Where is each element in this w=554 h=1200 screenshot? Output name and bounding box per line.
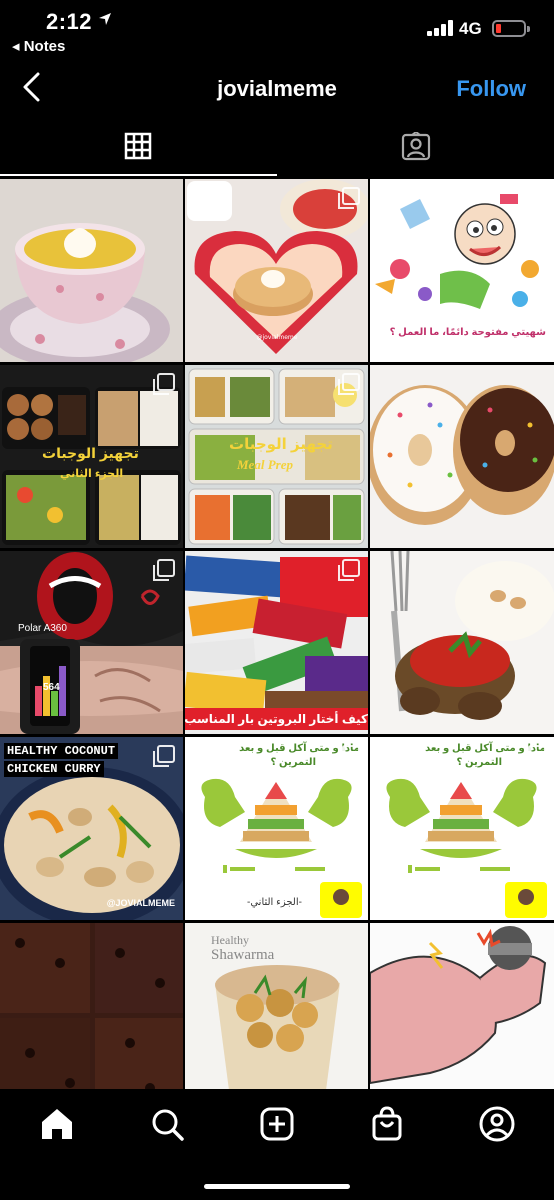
post-tile-kofta-rice[interactable] bbox=[370, 551, 554, 734]
status-bar: 2:12 ◂ Notes 4G bbox=[0, 0, 554, 62]
post-tile-pyramid-1[interactable]: ماذا و متى آكل قبل و بعد التمرين ؟ bbox=[370, 737, 554, 920]
multi-photo-icon bbox=[338, 187, 360, 209]
tab-grid[interactable] bbox=[0, 118, 277, 176]
multi-photo-icon bbox=[338, 373, 360, 395]
post-caption: Healthy bbox=[211, 933, 249, 947]
post-tile-shawarma[interactable]: Healthy Shawarma bbox=[185, 923, 368, 1106]
multi-photo-icon bbox=[338, 559, 360, 581]
post-caption-part: -الجزء الثاني- bbox=[247, 897, 302, 908]
donuts-image bbox=[370, 365, 554, 548]
post-tile-cartoon-cravings[interactable]: شهيتي مفتوحة دائمًا، ما العمل ؟ bbox=[370, 179, 554, 362]
post-tile-donuts[interactable] bbox=[370, 365, 554, 548]
svg-text:@jovialmeme: @jovialmeme bbox=[257, 334, 298, 341]
multi-photo-icon bbox=[153, 373, 175, 395]
shopping-bag-icon[interactable] bbox=[368, 1105, 406, 1143]
post-caption: تجهيز الوجبات bbox=[229, 436, 333, 453]
post-caption: تجهيز الوجبات bbox=[42, 445, 139, 461]
post-caption: HEALTHY COCONUT bbox=[4, 743, 119, 759]
search-icon[interactable] bbox=[148, 1105, 186, 1143]
post-tile-custard-cup[interactable] bbox=[0, 179, 183, 362]
tagged-person-icon bbox=[401, 132, 431, 161]
status-time: 2:12 bbox=[46, 9, 93, 34]
signal-icon bbox=[427, 20, 453, 36]
plus-square-icon[interactable] bbox=[258, 1105, 296, 1143]
post-caption: Polar A360 bbox=[18, 623, 67, 634]
follow-button[interactable]: Follow bbox=[456, 76, 526, 102]
post-caption-secondary: Shawarma bbox=[211, 947, 275, 963]
grid-icon bbox=[124, 132, 152, 160]
post-tile-meal-prep[interactable]: تجهيز الوجبات Meal Prep bbox=[185, 365, 368, 548]
post-tile-brownies[interactable] bbox=[0, 923, 183, 1106]
custard-cup-image bbox=[0, 179, 183, 362]
post-tile-pyramid-2[interactable]: ماذا و متى آكل قبل و بعد التمرين ؟ -الجز… bbox=[185, 737, 368, 920]
post-caption-secondary: التمرين ؟ bbox=[456, 757, 502, 768]
post-caption-secondary: 564 bbox=[43, 682, 60, 693]
post-tile-coconut-curry[interactable]: HEALTHY COCONUT CHICKEN CURRY @JOVIALMEM… bbox=[0, 737, 183, 920]
post-tile-protein-bars[interactable]: كيف أختار البروتين بار المناسب bbox=[185, 551, 368, 734]
post-caption: كيف أختار البروتين بار المناسب bbox=[185, 708, 368, 730]
multi-photo-icon bbox=[153, 745, 175, 767]
tab-tagged[interactable] bbox=[277, 118, 554, 176]
posts-grid: @jovialmeme شهيتي مفتوحة دائمًا، ما العم… bbox=[0, 179, 554, 1106]
post-caption-secondary: الجزء الثاني bbox=[60, 468, 124, 480]
back-to-app-link[interactable]: ◂ Notes bbox=[12, 37, 65, 55]
post-caption-secondary: التمرين ؟ bbox=[270, 757, 316, 768]
brownies-image bbox=[0, 923, 183, 1106]
location-arrow-icon bbox=[99, 13, 111, 25]
multi-photo-icon bbox=[524, 187, 546, 209]
post-tile-pancakes-heart[interactable]: @jovialmeme bbox=[185, 179, 368, 362]
post-caption-secondary: Meal Prep bbox=[237, 457, 293, 472]
post-tile-polar-watch[interactable]: Polar A360 564 bbox=[0, 551, 183, 734]
battery-icon bbox=[492, 20, 530, 37]
post-caption-secondary: CHICKEN CURRY bbox=[4, 761, 104, 777]
multi-photo-icon bbox=[524, 745, 546, 767]
network-type: 4G bbox=[459, 19, 482, 38]
bottom-navigation bbox=[0, 1089, 554, 1200]
profile-icon[interactable] bbox=[478, 1105, 516, 1143]
multi-photo-icon bbox=[153, 559, 175, 581]
muscle-arm-image bbox=[370, 923, 554, 1106]
post-caption: شهيتي مفتوحة دائمًا، ما العمل ؟ bbox=[389, 327, 546, 338]
multi-photo-icon bbox=[338, 745, 360, 767]
profile-header: jovialmeme Follow bbox=[0, 62, 554, 116]
home-icon[interactable] bbox=[38, 1105, 76, 1143]
home-indicator[interactable] bbox=[204, 1184, 350, 1189]
post-tile-muscle-arm[interactable] bbox=[370, 923, 554, 1106]
profile-tabs bbox=[0, 118, 554, 176]
kofta-rice-image bbox=[370, 551, 554, 734]
post-tile-meal-boxes[interactable]: تجهيز الوجبات الجزء الثاني bbox=[0, 365, 183, 548]
post-watermark: @JOVIALMEME bbox=[106, 898, 175, 908]
